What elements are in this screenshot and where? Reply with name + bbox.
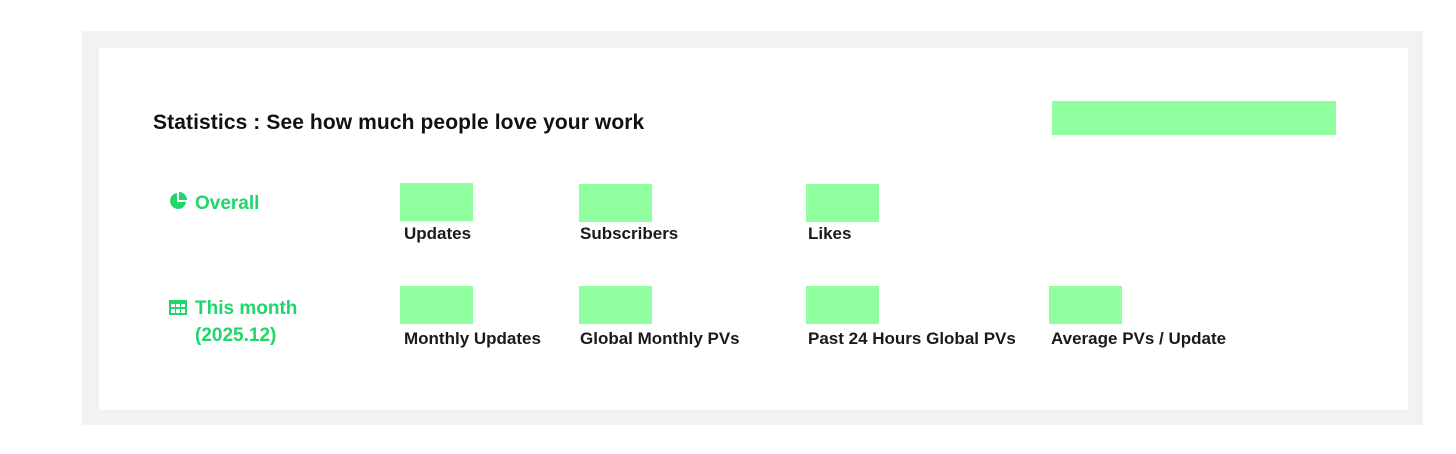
updates-label: Updates	[404, 224, 472, 243]
table-icon	[169, 300, 187, 315]
average-pvs-per-update-value	[1049, 286, 1122, 324]
redacted-header-box	[1052, 101, 1336, 135]
pie-chart-icon	[170, 192, 187, 209]
this-month-label: This month (2025.12)	[195, 295, 297, 349]
this-month-label-line2: (2025.12)	[195, 325, 277, 346]
global-monthly-pvs-value	[579, 286, 652, 324]
subscribers-value	[579, 184, 652, 222]
likes-label: Likes	[808, 224, 852, 243]
monthly-updates-value	[400, 286, 473, 324]
this-month-label-line1: This month	[195, 298, 298, 319]
past-24-hours-global-pvs-label: Past 24 Hours Global PVs	[808, 329, 1016, 348]
statistics-panel-frame: Statistics : See how much people love yo…	[82, 31, 1423, 425]
past-24-hours-global-pvs-value	[806, 286, 879, 324]
page-title: Statistics : See how much people love yo…	[153, 111, 645, 134]
average-pvs-per-update-label: Average PVs / Update	[1051, 329, 1227, 348]
statistics-card: Statistics : See how much people love yo…	[99, 48, 1408, 410]
likes-value	[806, 184, 879, 222]
global-monthly-pvs-label: Global Monthly PVs	[580, 329, 740, 348]
subscribers-label: Subscribers	[580, 224, 679, 243]
updates-value	[400, 183, 473, 221]
monthly-updates-label: Monthly Updates	[404, 329, 541, 348]
overall-label: Overall	[195, 193, 260, 214]
